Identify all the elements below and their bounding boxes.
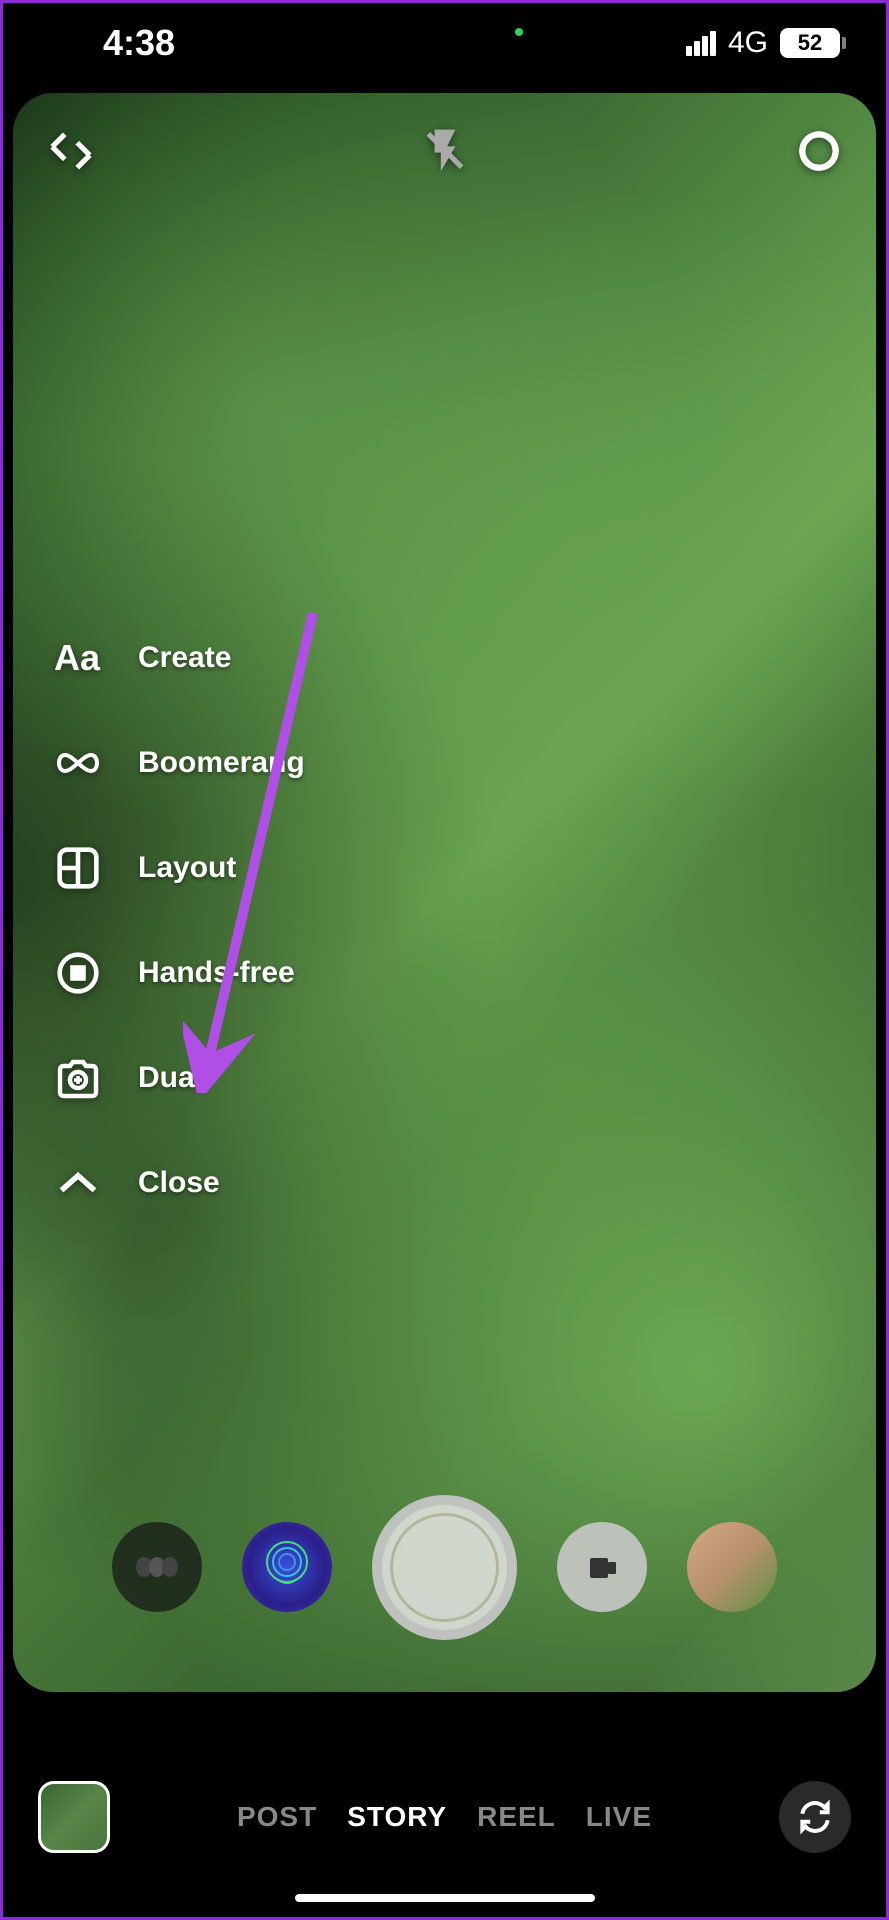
- boomerang-option[interactable]: Boomerang: [53, 738, 305, 788]
- create-option[interactable]: Aa Create: [53, 633, 305, 683]
- status-bar: 4:38 4G 52: [3, 3, 886, 83]
- dual-option[interactable]: Dual: [53, 1053, 305, 1103]
- signal-strength-icon: [686, 31, 716, 56]
- tab-post[interactable]: POST: [237, 1801, 317, 1833]
- layout-option[interactable]: Layout: [53, 843, 305, 893]
- hands-free-label: Hands-free: [138, 956, 295, 990]
- settings-gear-icon[interactable]: [791, 123, 846, 178]
- layout-grid-icon: [53, 843, 103, 893]
- chevron-up-icon: [53, 1158, 103, 1208]
- back-arrows-icon[interactable]: [43, 123, 98, 178]
- layout-label: Layout: [138, 851, 236, 885]
- text-aa-icon: Aa: [53, 633, 103, 683]
- close-label: Close: [138, 1166, 220, 1200]
- effect-option-3[interactable]: [557, 1522, 647, 1612]
- status-right: 4G 52: [686, 26, 846, 60]
- close-option[interactable]: Close: [53, 1158, 305, 1208]
- battery-indicator: 52: [780, 28, 846, 58]
- bottom-bar: POST STORY REEL LIVE: [3, 1777, 886, 1857]
- switch-camera-button[interactable]: [779, 1781, 851, 1853]
- battery-level: 52: [780, 28, 840, 58]
- privacy-indicator-dot: [515, 28, 523, 36]
- infinity-icon: [53, 738, 103, 788]
- flash-off-icon[interactable]: [417, 123, 472, 178]
- effect-option-1[interactable]: [112, 1522, 202, 1612]
- camera-viewfinder[interactable]: Aa Create Boomerang Layout: [13, 93, 876, 1692]
- tab-reel[interactable]: REEL: [477, 1801, 556, 1833]
- effect-option-2[interactable]: [242, 1522, 332, 1612]
- shutter-button[interactable]: [372, 1495, 517, 1640]
- tab-live[interactable]: LIVE: [586, 1801, 652, 1833]
- story-tools-menu: Aa Create Boomerang Layout: [53, 633, 305, 1208]
- mode-tabs: POST STORY REEL LIVE: [237, 1801, 652, 1833]
- dual-label: Dual: [138, 1061, 203, 1095]
- hands-free-option[interactable]: Hands-free: [53, 948, 305, 998]
- home-indicator[interactable]: [295, 1894, 595, 1902]
- tab-story[interactable]: STORY: [347, 1801, 447, 1833]
- create-label: Create: [138, 641, 231, 675]
- svg-text:Aa: Aa: [54, 638, 101, 678]
- top-controls-bar: [43, 123, 846, 178]
- clock: 4:38: [103, 22, 175, 64]
- effect-option-4[interactable]: [687, 1522, 777, 1612]
- effects-carousel[interactable]: [13, 1492, 876, 1642]
- network-type: 4G: [728, 26, 768, 60]
- gallery-thumbnail[interactable]: [38, 1781, 110, 1853]
- camera-plus-icon: [53, 1053, 103, 1103]
- boomerang-label: Boomerang: [138, 746, 305, 780]
- stop-circle-icon: [53, 948, 103, 998]
